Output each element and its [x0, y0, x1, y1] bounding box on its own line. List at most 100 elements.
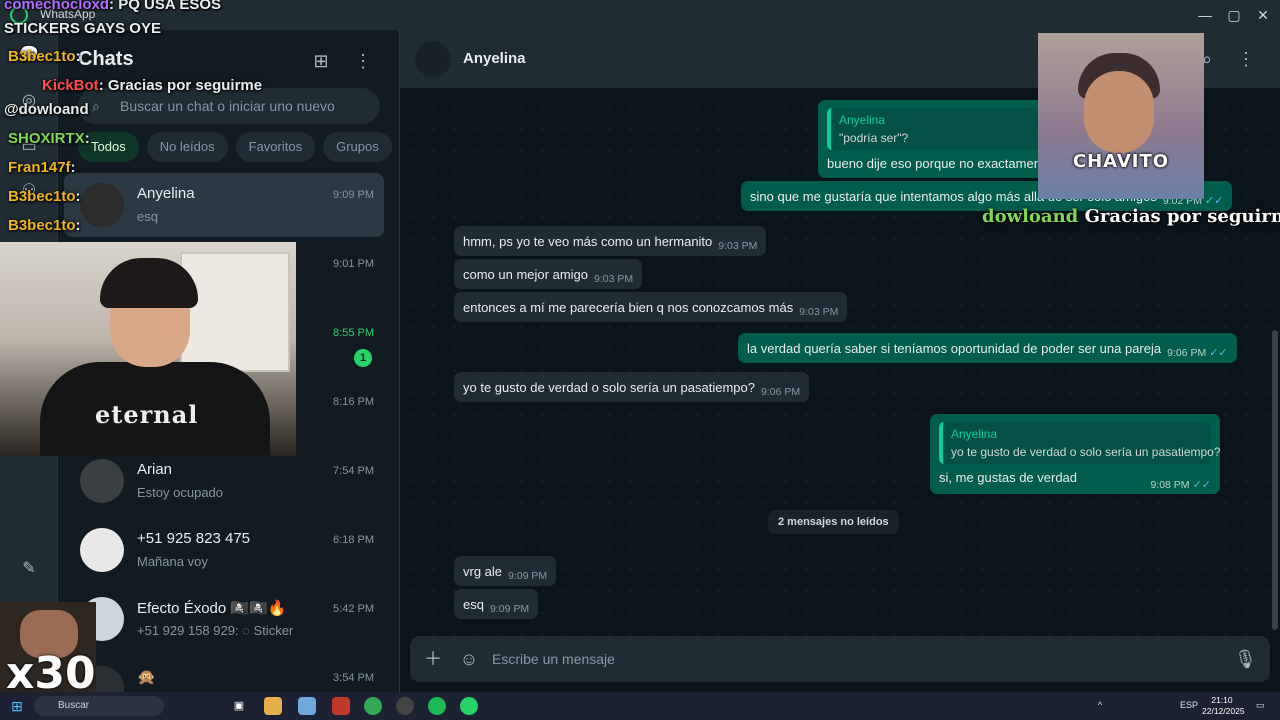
overlay-user: B3bec1to — [8, 217, 76, 234]
taskbar-search[interactable]: Buscar — [34, 696, 164, 716]
chat-preview: +51 929 158 929: ◌ Sticker — [137, 623, 294, 638]
chat-item[interactable]: Arian Estoy ocupado 7:54 PM — [64, 449, 384, 513]
chat-name: Arian — [137, 461, 173, 478]
meme-overlay: x30 — [0, 602, 96, 692]
message-text: yo te gusto de verdad o solo sería un pa… — [463, 380, 755, 395]
message-composer: ＋ ☺ 🎙 — [410, 636, 1270, 682]
chat-time: 6:18 PM — [333, 534, 374, 546]
taskbar-search-label: Buscar — [58, 700, 90, 711]
windows-start-icon[interactable]: ⊞ — [8, 697, 26, 715]
sticker-emoji-icon[interactable]: ☺ — [458, 648, 480, 670]
menu-icon[interactable]: ⋮ — [1235, 48, 1257, 70]
message-time: 9:08 PM — [1150, 479, 1190, 491]
quote-text: "podría ser"? — [839, 131, 909, 145]
message-text: esq — [463, 597, 484, 612]
message-time: 9:03 PM — [594, 273, 634, 285]
chat-name: 🙊 — [137, 669, 156, 686]
meme-multiplier: x30 — [6, 648, 96, 692]
clock-time: 21:10 — [1211, 695, 1233, 705]
message-time: 9:06 PM — [760, 386, 801, 398]
unread-badge: 1 — [354, 349, 372, 367]
sticker-face — [1084, 71, 1154, 153]
message-time: 9:09 PM — [508, 570, 548, 582]
quote-author: Anyelina — [839, 113, 886, 127]
incoming-message[interactable]: entonces a mí me parecería bien q nos co… — [454, 292, 848, 322]
chat-preview: Estoy ocupado — [137, 485, 224, 500]
overlay-text: : — [70, 159, 76, 176]
clock-date: 22/12/2025 — [1202, 706, 1245, 716]
taskbar: ⊞ Buscar ▣ ^ ESP 21:10 22/12/2025 ▭ — [0, 692, 1280, 720]
outgoing-message[interactable]: Anyelina "podría ser"? bueno dije eso po… — [818, 100, 1052, 178]
incoming-message[interactable]: esq 9:09 PM — [454, 589, 539, 619]
contact-name[interactable]: Anyelina — [463, 50, 526, 67]
chat-name: +51 925 823 475 — [137, 530, 251, 547]
chat-item[interactable]: Efecto Éxodo 🏴‍☠️🏴‍☠️🔥 +51 929 158 929: … — [64, 587, 384, 651]
chat-time: 7:54 PM — [333, 465, 374, 477]
conversation-scrollbar[interactable] — [1272, 330, 1278, 630]
chat-time: 9:01 PM — [333, 258, 374, 270]
chat-time: 5:42 PM — [333, 603, 374, 615]
chat-time: 8:16 PM — [333, 396, 374, 408]
menu-icon[interactable]: ⋮ — [352, 50, 374, 72]
read-receipt-icon: ✓✓ — [1209, 347, 1228, 359]
message-text: entonces a mí me parecería bien q nos co… — [463, 300, 794, 315]
chat-name: Efecto Éxodo 🏴‍☠️🏴‍☠️🔥 — [137, 600, 287, 617]
spotify-icon[interactable] — [428, 697, 446, 715]
overlay-user: KickBot — [42, 77, 99, 94]
message-text: bueno dije eso porque no exactamente — [827, 156, 1052, 171]
whatsapp-taskbar-icon[interactable] — [460, 697, 478, 715]
shirt-print: eternal — [95, 400, 199, 429]
overlay-user: SHOXIRTX — [8, 130, 85, 147]
notification-icon[interactable]: ▭ — [1256, 700, 1265, 711]
incoming-message[interactable]: vrg ale 9:09 PM — [454, 556, 557, 586]
webcam-shelf — [180, 252, 290, 372]
overlay-text: : PQ USA ESOS — [109, 0, 221, 13]
file-explorer-icon[interactable] — [264, 697, 282, 715]
outgoing-message[interactable]: la verdad quería saber si teníamos oport… — [738, 333, 1237, 363]
chat-time: 8:55 PM — [333, 327, 374, 339]
chat-item[interactable]: +51 925 823 475 Mañana voy 6:18 PM — [64, 518, 384, 582]
overlay-text: : — [84, 130, 90, 147]
incoming-message[interactable]: yo te gusto de verdad o solo sería un pa… — [454, 372, 810, 402]
overlay-text: : — [75, 217, 81, 234]
overlay-text: : Gracias por seguirme — [98, 77, 263, 94]
microphone-icon[interactable]: 🎙 — [1234, 648, 1257, 670]
avatar — [80, 459, 124, 503]
filter-groups[interactable]: Grupos — [323, 132, 392, 162]
task-view-icon[interactable]: ▣ — [230, 697, 248, 715]
attach-plus-icon[interactable]: ＋ — [422, 648, 444, 670]
streamer-webcam: eternal — [0, 242, 296, 456]
quote-text: yo te gusto de verdad o solo sería un pa… — [951, 445, 1221, 459]
follow-user: dowloand — [982, 206, 1079, 227]
sticker-label: CHAVITO — [1072, 151, 1170, 172]
close-button[interactable]: ✕ — [1246, 0, 1280, 30]
overlay-text: : — [75, 188, 81, 205]
taskbar-clock[interactable]: 21:10 22/12/2025 — [1202, 695, 1245, 717]
message-text: vrg ale — [463, 564, 503, 579]
avatar — [80, 528, 124, 572]
follow-alert: dowloand Gracias por seguirme!! — [982, 206, 1280, 227]
stream-chat-overlay: comechocloxd: PQ USA ESOS STICKERS GAYS … — [4, 0, 274, 240]
app-icon[interactable] — [332, 697, 350, 715]
app-icon[interactable] — [298, 697, 316, 715]
contact-avatar[interactable] — [415, 41, 451, 77]
overlay-text: : — [75, 48, 81, 65]
incoming-message[interactable]: hmm, ps yo te veo más como un hermanito 9… — [454, 226, 767, 256]
tray-chevron-icon[interactable]: ^ — [1098, 700, 1102, 710]
quoted-message[interactable]: Anyelina yo te gusto de verdad o solo se… — [939, 422, 1221, 464]
overlay-text: @dowloand — [4, 101, 89, 118]
message-input[interactable] — [492, 648, 1172, 670]
meta-ai-nav-icon[interactable]: ✎ — [18, 558, 40, 580]
overlay-user: B3bec1to — [8, 48, 76, 65]
new-chat-icon[interactable]: ⊞ — [310, 50, 332, 72]
chat-time: 3:54 PM — [333, 672, 374, 684]
incoming-message[interactable]: como un mejor amigo 9:03 PM — [454, 259, 643, 289]
message-text: si, me gustas de verdad — [939, 470, 1078, 485]
chrome-icon[interactable] — [364, 697, 382, 715]
language-indicator[interactable]: ESP — [1180, 700, 1198, 710]
quoted-message[interactable]: Anyelina "podría ser"? — [827, 108, 1039, 150]
chat-time: 9:09 PM — [333, 189, 374, 201]
message-time: 9:03 PM — [718, 240, 758, 252]
outgoing-message[interactable]: Anyelina yo te gusto de verdad o solo se… — [930, 414, 1221, 494]
obs-icon[interactable] — [396, 697, 414, 715]
